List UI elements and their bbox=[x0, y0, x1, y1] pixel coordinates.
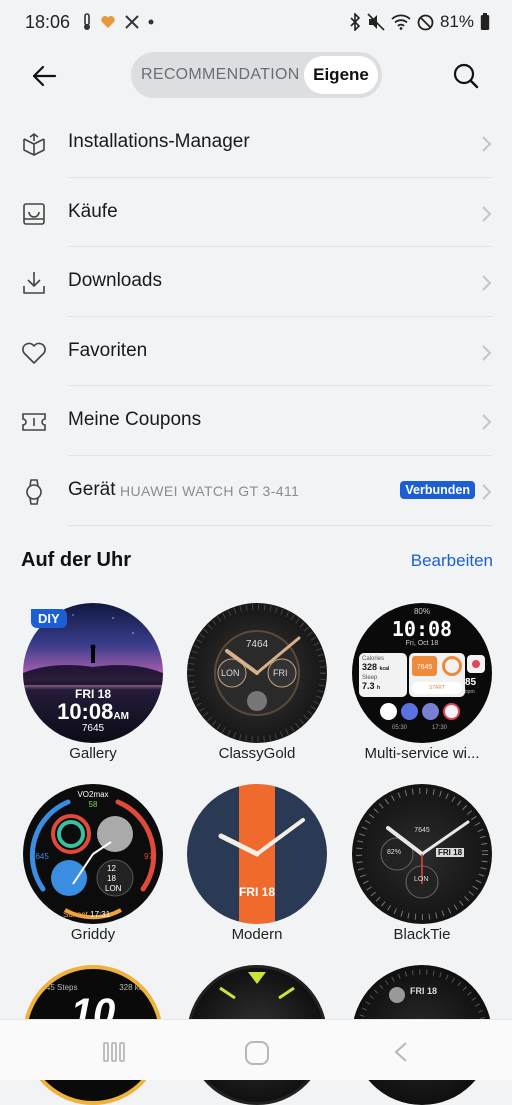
menu-list: Installations-Manager Käufe Downloads Fa… bbox=[0, 108, 512, 526]
classygold-dial bbox=[188, 604, 326, 742]
bag-icon bbox=[23, 202, 45, 225]
edit-link[interactable]: Bearbeiten bbox=[411, 551, 493, 571]
box-download-icon bbox=[23, 133, 45, 156]
menu-label: Gerät bbox=[68, 478, 116, 500]
watchface-label: Gallery bbox=[69, 745, 117, 762]
search-icon bbox=[453, 63, 479, 89]
tab-eigene[interactable]: Eigene bbox=[304, 56, 378, 94]
watchface-label: BlackTie bbox=[393, 926, 451, 943]
watchface-multi-service[interactable]: 80% 10:08 Fri, Oct 18 Calories 328 kcal … bbox=[352, 603, 492, 743]
battery-icon bbox=[480, 13, 490, 30]
tab-recommendation[interactable]: RECOMMENDATION bbox=[141, 52, 300, 98]
blacktie-dial bbox=[356, 788, 488, 920]
menu-item-installations-manager[interactable]: Installations-Manager bbox=[0, 108, 512, 178]
top-bar: RECOMMENDATION Eigene bbox=[0, 50, 512, 102]
divider bbox=[68, 524, 492, 526]
face-am: AM bbox=[113, 711, 129, 722]
chevron-right-icon bbox=[482, 205, 492, 222]
watch-icon bbox=[26, 479, 42, 505]
face-date: Fri, Oct 18 bbox=[405, 640, 439, 647]
watchface-classygold[interactable]: 7464 LON FRI bbox=[187, 603, 327, 743]
app-shortcuts bbox=[380, 703, 460, 720]
search-button[interactable] bbox=[450, 60, 482, 92]
watchface-griddy[interactable]: VO2max 58 7645 97 12 18 LON Sunset 17:31 bbox=[23, 784, 163, 924]
heart-outline-icon bbox=[22, 342, 46, 364]
face-day: FRI bbox=[273, 668, 288, 678]
arrow-left-icon bbox=[32, 65, 57, 87]
face-steps: 7464 bbox=[245, 639, 269, 650]
tools-icon bbox=[125, 15, 139, 29]
menu-item-kaeufe[interactable]: Käufe bbox=[0, 178, 512, 248]
watchface-modern[interactable]: FRI 18 bbox=[187, 784, 327, 924]
ticket-icon bbox=[22, 413, 46, 432]
face-day: FRI bbox=[238, 885, 259, 899]
battery-percent: 81% bbox=[439, 12, 474, 31]
face-battery: 80% bbox=[413, 607, 430, 616]
recent-apps-button[interactable] bbox=[102, 1041, 126, 1063]
menu-item-favoriten[interactable]: Favoriten bbox=[0, 317, 512, 387]
menu-label: Käufe bbox=[68, 200, 118, 222]
home-button[interactable] bbox=[244, 1040, 270, 1066]
face-steps: 7645 bbox=[81, 723, 105, 734]
face-time: 10:08 bbox=[57, 699, 114, 724]
steps-tile: 7645 START bbox=[409, 653, 465, 697]
system-nav-bar bbox=[0, 1019, 512, 1080]
menu-item-geraet[interactable]: Gerät HUAWEI WATCH GT 3-411 Verbunden bbox=[0, 456, 512, 526]
face-time: 10:08 bbox=[391, 617, 453, 641]
watchface-label: Modern bbox=[231, 926, 283, 943]
menu-label: Favoriten bbox=[68, 339, 148, 361]
diy-badge: DIY bbox=[31, 609, 67, 628]
section-title: Auf der Uhr bbox=[21, 549, 131, 571]
face-date: 18 bbox=[261, 885, 276, 899]
chevron-right-icon bbox=[482, 136, 492, 152]
mute-icon bbox=[367, 13, 385, 31]
watchface-label: Griddy bbox=[70, 926, 116, 943]
dot-icon bbox=[148, 19, 154, 25]
status-time: 18:06 bbox=[25, 12, 71, 32]
download-icon bbox=[23, 272, 45, 294]
chevron-right-icon bbox=[482, 275, 492, 291]
calories-tile: Calories 328 kcal Sleep 7.3 h bbox=[359, 653, 407, 697]
face-city: LON bbox=[221, 668, 240, 678]
bluetooth-icon bbox=[350, 13, 361, 31]
heart-icon bbox=[101, 16, 115, 28]
watchface-blacktie[interactable]: 7645 82% FRI 18 LON bbox=[352, 784, 492, 924]
menu-label: Meine Coupons bbox=[68, 409, 202, 431]
chevron-right-icon bbox=[482, 414, 492, 431]
dnd-icon bbox=[417, 14, 434, 30]
watchface-label: ClassyGold bbox=[218, 745, 296, 762]
thermometer-icon bbox=[84, 13, 90, 30]
nav-back-button[interactable] bbox=[392, 1041, 410, 1063]
menu-label: Downloads bbox=[68, 270, 162, 292]
modern-hands bbox=[218, 818, 305, 857]
chevron-right-icon bbox=[482, 345, 492, 361]
menu-item-downloads[interactable]: Downloads bbox=[0, 247, 512, 317]
menu-item-meine-coupons[interactable]: Meine Coupons bbox=[0, 386, 512, 456]
status-bar: 18:06 81% bbox=[0, 0, 512, 46]
status-badge: Verbunden bbox=[400, 480, 475, 499]
wifi-icon bbox=[391, 14, 411, 30]
tab-switcher: RECOMMENDATION Eigene bbox=[131, 52, 382, 98]
menu-label: Installations-Manager bbox=[68, 131, 250, 152]
device-name: HUAWEI WATCH GT 3-411 bbox=[120, 482, 300, 499]
chevron-right-icon bbox=[482, 484, 492, 500]
face-hr: 85 bbox=[465, 677, 477, 688]
back-button[interactable] bbox=[28, 60, 60, 92]
watchface-label: Multi-service wi... bbox=[364, 745, 480, 762]
